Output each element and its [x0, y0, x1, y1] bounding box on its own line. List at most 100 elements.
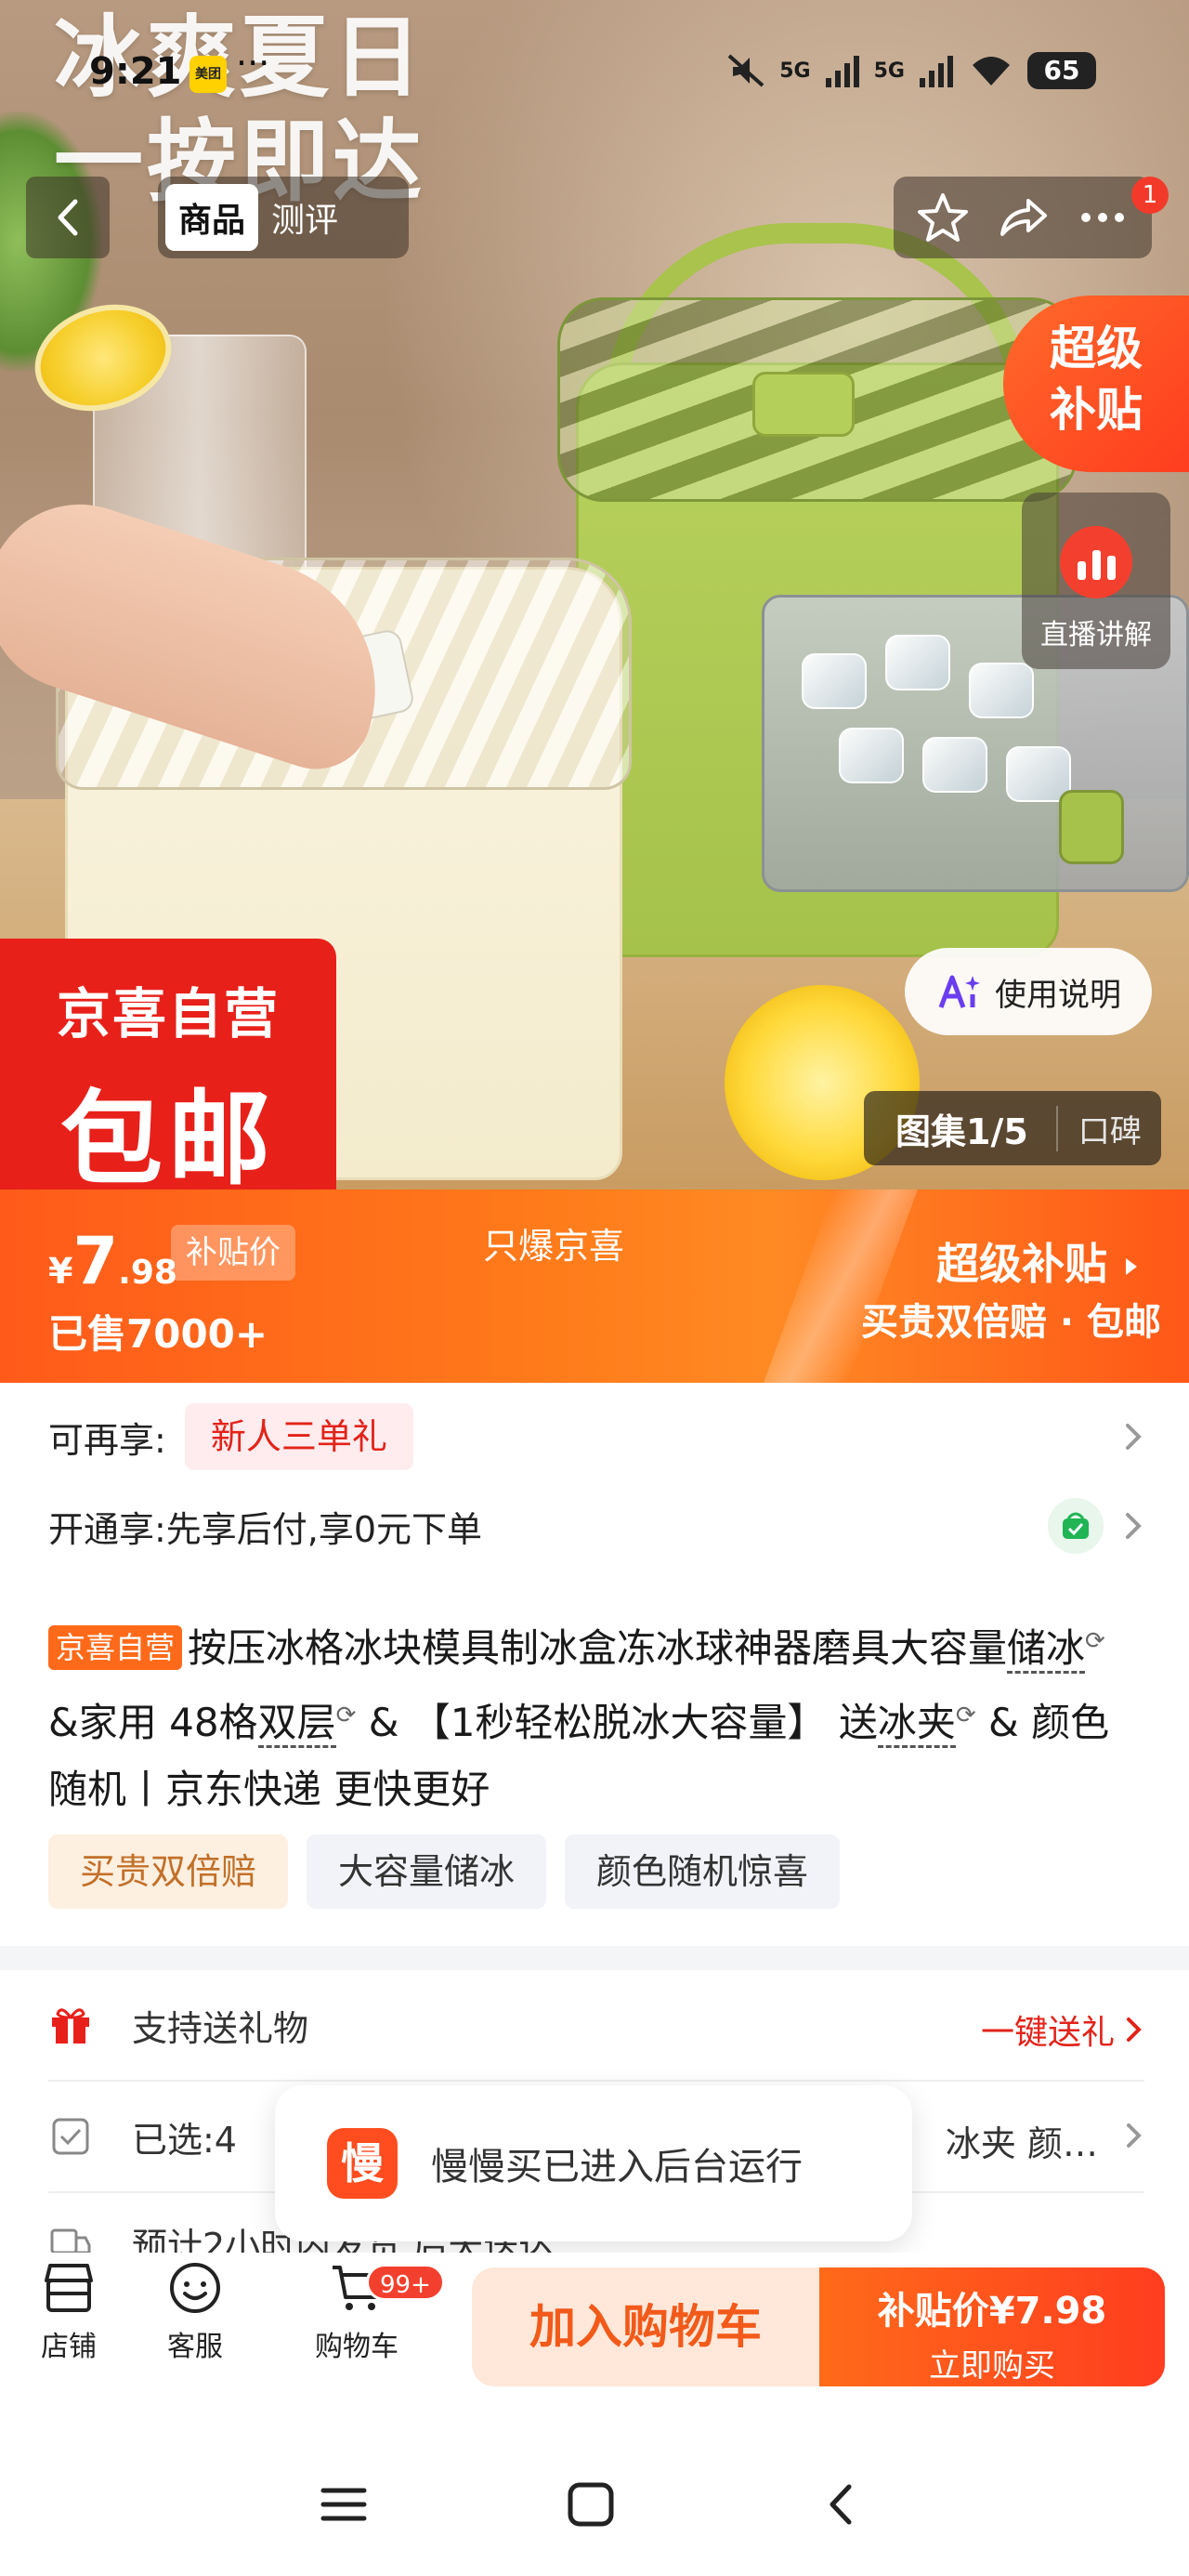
super-subsidy-badge[interactable]: 超级 补贴	[1003, 296, 1189, 472]
tab-review[interactable]: 测评	[258, 184, 351, 251]
menu-icon[interactable]	[318, 2481, 370, 2528]
super-subsidy-line2: 补贴	[1050, 383, 1143, 437]
usage-label: 使用说明	[995, 976, 1121, 1014]
chevron-right-icon	[1126, 1424, 1142, 1450]
chat-face-icon	[170, 2263, 220, 2313]
mute-icon	[727, 54, 764, 87]
background-running-toast: 慢 慢慢买已进入后台运行	[275, 2085, 912, 2241]
sold-count: 已售7000+	[48, 1311, 268, 1357]
ice-cube	[885, 635, 950, 690]
buy-now-button[interactable]: 补贴价¥7.98 立即购买	[819, 2267, 1165, 2386]
reviews-label[interactable]: 口碑	[1055, 1105, 1142, 1151]
buy-now-price: 补贴价¥7.98	[877, 2290, 1107, 2333]
title-part: & 【1秒轻松脱冰大容量】 送	[356, 1700, 878, 1745]
price-integer: 7	[72, 1223, 119, 1299]
tab-product[interactable]: 商品	[165, 184, 259, 251]
feature-tag[interactable]: 买贵双倍赔	[48, 1834, 289, 1909]
gallery-label[interactable]: 图集1/5	[864, 1103, 1056, 1154]
network-label-2: 5G	[873, 59, 905, 83]
caret-right-icon	[1126, 1258, 1137, 1275]
star-icon[interactable]	[915, 190, 971, 245]
jx-self-operated-badge: 京喜自营 包邮	[0, 939, 336, 1199]
selected-tail: 冰夹 颜…	[945, 2123, 1098, 2164]
detail-tabs: 商品 测评	[158, 177, 409, 258]
wifi-icon	[973, 57, 1010, 85]
banner-stripe	[764, 1189, 918, 1383]
searchable-keyword[interactable]: 储冰	[1007, 1625, 1086, 1674]
pay-later-row[interactable]: 开通享:先享后付,享0元下单	[48, 1489, 1144, 1563]
product-title: 京喜自营 按压冰格冰块模具制冰盒冻冰球神器磨具大容量储冰⟳ &家用 48格双层⟳ …	[48, 1608, 1144, 1823]
feature-tag[interactable]: 大容量储冰	[307, 1834, 547, 1909]
drawer-tab	[1059, 790, 1124, 864]
toast-text: 慢慢买已进入后台运行	[431, 2146, 803, 2188]
status-icons: 5G 5G 65	[725, 52, 1096, 89]
search-keyword-icon: ⟳	[335, 1702, 357, 1729]
manmanbuy-logo-icon: 慢	[327, 2128, 398, 2199]
home-icon[interactable]	[565, 2481, 617, 2528]
live-label: 直播讲解	[1040, 619, 1152, 651]
chevron-right-icon	[1126, 1513, 1142, 1539]
super-subsidy-line1: 超级	[1050, 322, 1143, 375]
feature-tag[interactable]: 颜色随机惊喜	[565, 1834, 841, 1909]
jx-badge-line2: 包邮	[60, 1080, 276, 1199]
chevron-right-icon	[1127, 2123, 1142, 2148]
status-time: 9:21	[89, 50, 182, 93]
chevron-right-icon	[1127, 2017, 1142, 2042]
super-subsidy-text: 超级补贴	[935, 1239, 1107, 1289]
title-part: 按压冰格冰块模具制冰盒冻冰球神器磨具大容量	[188, 1625, 1008, 1671]
back-button[interactable]	[26, 177, 110, 258]
price-banner: ¥ 7 .98 补贴价 已售7000+ 只爆京喜 超级补贴 买贵双倍赔 · 包邮	[0, 1189, 1189, 1383]
jx-badge-line1: 京喜自营	[56, 982, 280, 1045]
store-label: 店铺	[41, 2331, 97, 2363]
searchable-keyword[interactable]: 双层	[257, 1700, 336, 1748]
search-keyword-icon: ⟳	[1085, 1627, 1105, 1655]
signal-icon	[825, 56, 859, 87]
extra-benefit-row[interactable]: 可再享: 新人三单礼	[48, 1400, 1144, 1474]
chevron-left-icon	[58, 199, 78, 236]
price-decimal: .98	[118, 1254, 177, 1292]
battery-indicator: 65	[1027, 52, 1096, 89]
add-to-cart-button[interactable]: 加入购物车	[472, 2267, 819, 2386]
subsidy-price-tag: 补贴价	[171, 1225, 295, 1281]
spec-check-icon	[48, 2114, 93, 2159]
price-currency: ¥	[48, 1251, 73, 1292]
back-icon[interactable]	[816, 2481, 868, 2528]
system-navigation-bar	[0, 2435, 1189, 2576]
store-button[interactable]: 店铺	[13, 2260, 124, 2364]
price-promise: 买贵双倍赔 · 包邮	[860, 1301, 1161, 1344]
more-notifications-icon: ···	[236, 43, 270, 84]
gallery-counter: 图集1/5 口碑	[864, 1091, 1161, 1165]
ice-cube	[839, 728, 904, 783]
customer-service-button[interactable]: 客服	[139, 2260, 251, 2364]
selected-label: 已选:4	[132, 2119, 237, 2161]
gift-row[interactable]: 支持送礼物 一键送礼	[48, 1970, 1144, 2082]
cart-count-badge: 99+	[366, 2264, 445, 2301]
price: ¥ 7 .98	[48, 1223, 177, 1299]
buy-now-label: 立即购买	[929, 2347, 1055, 2385]
nav-actions	[894, 177, 1152, 258]
usage-instructions-button[interactable]: 使用说明	[905, 948, 1152, 1035]
truck-icon	[48, 2221, 93, 2253]
signal-icon	[920, 56, 953, 87]
store-icon	[45, 2264, 93, 2312]
wallet-icon	[1048, 1498, 1104, 1554]
meituan-notification-icon: 美团	[189, 56, 227, 93]
super-subsidy-link[interactable]: 超级补贴	[936, 1230, 1141, 1292]
ice-cube	[969, 663, 1034, 718]
feature-tags: 买贵双倍赔 大容量储冰 颜色随机惊喜	[48, 1834, 841, 1909]
gift-label: 支持送礼物	[132, 2007, 309, 2049]
search-keyword-icon: ⟳	[955, 1702, 976, 1729]
live-explain-button[interactable]: 直播讲解	[1022, 493, 1170, 669]
ai-sparkle-icon	[938, 975, 980, 1008]
green-press-button	[752, 372, 855, 437]
searchable-keyword[interactable]: 冰夹	[877, 1700, 956, 1748]
section-divider	[0, 1946, 1189, 1970]
network-label-1: 5G	[779, 59, 811, 83]
send-gift-link[interactable]: 一键送礼	[981, 2005, 1144, 2054]
more-icon[interactable]	[1075, 190, 1130, 245]
title-part: &家用 48格	[48, 1700, 258, 1745]
gift-icon	[48, 2003, 93, 2047]
newbie-gift-pill[interactable]: 新人三单礼	[184, 1403, 413, 1470]
share-icon[interactable]	[995, 190, 1051, 245]
ice-cube	[922, 737, 987, 793]
